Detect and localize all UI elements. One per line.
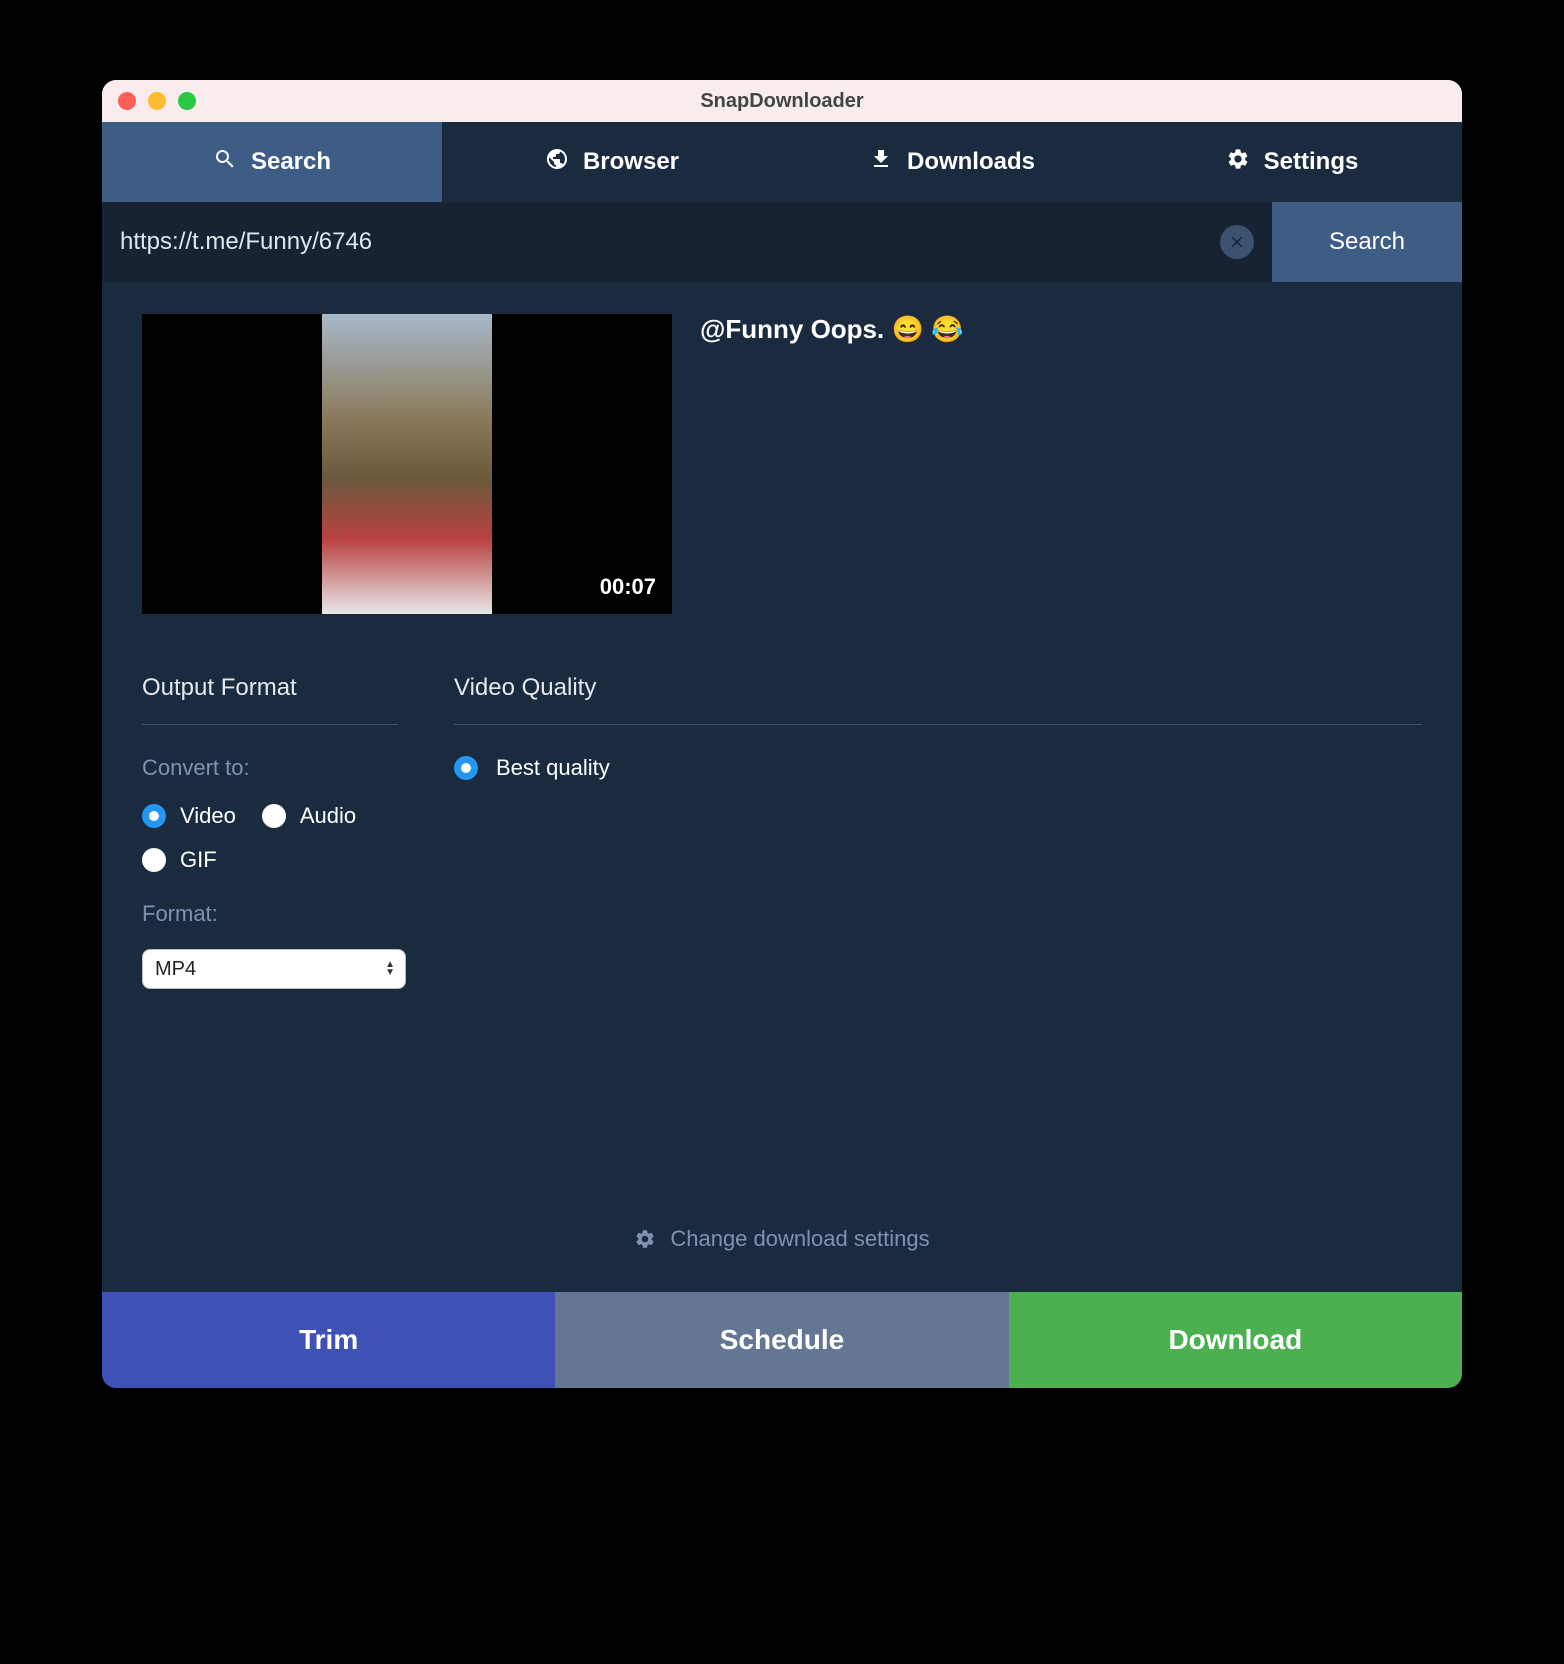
radio-label: Video — [180, 803, 236, 829]
convert-radio-group-2: GIF — [142, 847, 398, 873]
action-buttons: Trim Schedule Download — [102, 1292, 1462, 1388]
format-select[interactable]: MP4 ▲▼ — [142, 949, 406, 989]
convert-radio-group: Video Audio — [142, 803, 398, 829]
url-input[interactable] — [120, 228, 1220, 256]
minimize-window-button[interactable] — [148, 92, 166, 110]
output-format-header: Output Format — [142, 674, 398, 725]
quality-label: Best quality — [496, 755, 610, 781]
gear-icon — [1226, 147, 1250, 178]
radio-label: Audio — [300, 803, 356, 829]
video-info-row: 00:07 @Funny Oops. 😄 😂 — [142, 314, 1422, 614]
radio-gif[interactable]: GIF — [142, 847, 217, 873]
options-row: Output Format Convert to: Video Audio — [142, 674, 1422, 989]
radio-label: GIF — [180, 847, 217, 873]
schedule-button-label: Schedule — [720, 1324, 844, 1356]
clear-input-button[interactable] — [1220, 225, 1254, 259]
tab-settings[interactable]: Settings — [1122, 122, 1462, 202]
tab-label: Search — [251, 148, 331, 176]
radio-dot-selected — [142, 804, 166, 828]
download-button-label: Download — [1168, 1324, 1302, 1356]
search-button[interactable]: Search — [1272, 202, 1462, 282]
convert-to-label: Convert to: — [142, 755, 398, 781]
download-button[interactable]: Download — [1009, 1292, 1462, 1388]
tab-label: Downloads — [907, 148, 1035, 176]
tab-downloads[interactable]: Downloads — [782, 122, 1122, 202]
window-controls — [118, 92, 196, 110]
download-icon — [869, 147, 893, 178]
window-title: SnapDownloader — [102, 90, 1462, 113]
tab-label: Settings — [1264, 148, 1359, 176]
trim-button[interactable]: Trim — [102, 1292, 555, 1388]
gear-icon — [634, 1228, 656, 1250]
video-quality-section: Video Quality Best quality — [454, 674, 1422, 989]
video-duration: 00:07 — [600, 574, 656, 600]
format-label: Format: — [142, 901, 398, 927]
select-arrows-icon: ▲▼ — [385, 961, 395, 977]
radio-dot — [142, 848, 166, 872]
video-thumbnail[interactable]: 00:07 — [142, 314, 672, 614]
format-value: MP4 — [155, 958, 196, 981]
search-icon — [213, 147, 237, 178]
titlebar: SnapDownloader — [102, 80, 1462, 122]
output-format-section: Output Format Convert to: Video Audio — [142, 674, 398, 989]
url-input-container — [102, 202, 1272, 282]
app-window: SnapDownloader Search Browser Downloads … — [102, 80, 1462, 1388]
thumbnail-image — [322, 314, 492, 614]
video-quality-header: Video Quality — [454, 674, 1422, 725]
video-title: @Funny Oops. 😄 😂 — [700, 314, 963, 614]
quality-option-best[interactable]: Best quality — [454, 755, 1422, 781]
close-icon — [1228, 233, 1246, 251]
maximize-window-button[interactable] — [178, 92, 196, 110]
main-tabs: Search Browser Downloads Settings — [102, 122, 1462, 202]
tab-browser[interactable]: Browser — [442, 122, 782, 202]
radio-dot-selected — [454, 756, 478, 780]
close-window-button[interactable] — [118, 92, 136, 110]
trim-button-label: Trim — [299, 1324, 358, 1356]
change-settings-label: Change download settings — [670, 1226, 929, 1252]
radio-video[interactable]: Video — [142, 803, 236, 829]
globe-icon — [545, 147, 569, 178]
content-area: 00:07 @Funny Oops. 😄 😂 Output Format Con… — [102, 282, 1462, 1292]
search-bar: Search — [102, 202, 1462, 282]
search-button-label: Search — [1329, 228, 1405, 256]
radio-dot — [262, 804, 286, 828]
change-download-settings-link[interactable]: Change download settings — [142, 1200, 1422, 1292]
tab-label: Browser — [583, 148, 679, 176]
tab-search[interactable]: Search — [102, 122, 442, 202]
schedule-button[interactable]: Schedule — [555, 1292, 1008, 1388]
radio-audio[interactable]: Audio — [262, 803, 356, 829]
